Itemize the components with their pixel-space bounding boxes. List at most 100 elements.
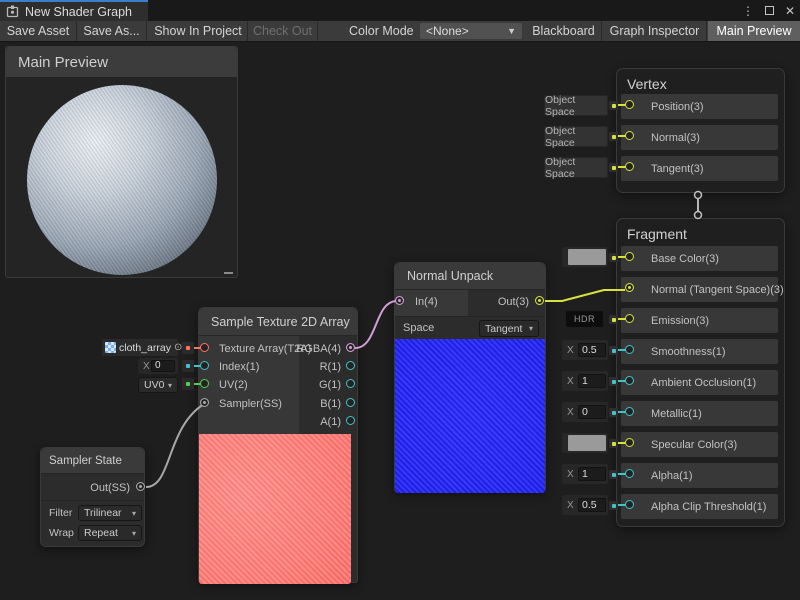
resize-handle[interactable] [224, 272, 233, 274]
close-icon[interactable]: ✕ [785, 4, 795, 18]
ao-connector [609, 377, 618, 386]
port-label: Normal(3) [651, 132, 700, 144]
space-dropdown[interactable]: Tangent▾ [479, 320, 539, 337]
port-g[interactable] [346, 379, 355, 388]
cloth-array-object-field[interactable]: cloth_array ⊙ [102, 339, 178, 356]
uv-channel-dropdown[interactable]: UV0▾ [138, 377, 178, 393]
port-normal-tangent-space[interactable] [625, 283, 634, 292]
port-ambient-occlusion[interactable] [625, 376, 634, 385]
port-sampler-state-out[interactable] [136, 482, 145, 491]
filter-dropdown[interactable]: Trilinear▾ [78, 505, 142, 521]
input-label-sampler: Sampler(SS) [219, 398, 282, 410]
maximize-icon[interactable] [765, 6, 774, 15]
metallic-connector [609, 408, 618, 417]
texture-array-icon [105, 342, 116, 353]
tab-title: New Shader Graph [25, 5, 132, 19]
sampler-state-title[interactable]: Sampler State [41, 448, 144, 474]
port-b[interactable] [346, 398, 355, 407]
output-label-a: A(1) [320, 416, 341, 428]
check-out-button: Check Out [248, 21, 318, 41]
tangent-connector [609, 163, 618, 172]
main-preview-panel[interactable]: Main Preview [5, 46, 238, 278]
fragment-row-metallic: Metallic(1) [621, 401, 778, 426]
vertex-node[interactable]: Vertex Position(3) Normal(3) Tangent(3) [616, 68, 785, 193]
port-position[interactable] [625, 100, 634, 109]
color-mode-dropdown[interactable]: <None> ▼ [420, 23, 522, 39]
input-label-index: Index(1) [219, 361, 259, 373]
main-preview-title: Main Preview [18, 54, 108, 71]
port-base-color[interactable] [625, 252, 634, 261]
position-space-badge: Object Space [544, 95, 608, 116]
port-unpack-out[interactable] [535, 296, 544, 305]
port-tangent[interactable] [625, 162, 634, 171]
main-preview-header[interactable]: Main Preview [6, 47, 237, 77]
blackboard-toggle[interactable]: Blackboard [526, 21, 602, 41]
preview-sphere[interactable] [27, 85, 217, 275]
output-label-b: B(1) [320, 398, 341, 410]
fragment-row-normal: Normal (Tangent Space)(3) [621, 277, 778, 302]
emission-hdr-field[interactable]: HDR [566, 311, 603, 327]
port-specular-color[interactable] [625, 438, 634, 447]
port-texture-array[interactable] [200, 343, 209, 352]
port-rgba[interactable] [346, 343, 355, 352]
port-unpack-in[interactable] [395, 296, 404, 305]
show-in-project-button[interactable]: Show In Project [149, 21, 248, 41]
metallic-field[interactable]: X0 [562, 402, 608, 422]
fragment-row-ambient-occlusion: Ambient Occlusion(1) [621, 370, 778, 395]
port-alpha[interactable] [625, 469, 634, 478]
port-sampler-in[interactable] [200, 398, 209, 407]
port-smoothness[interactable] [625, 345, 634, 354]
vertex-node-title: Vertex [627, 76, 667, 92]
base-color-swatch[interactable] [568, 249, 606, 265]
input-label-uv: UV(2) [219, 379, 248, 391]
ambient-occlusion-field[interactable]: X1 [562, 371, 608, 391]
window-menu-icon[interactable]: ⋮ [742, 4, 754, 18]
fragment-node-title: Fragment [627, 226, 687, 242]
tangent-space-badge: Object Space [544, 157, 608, 178]
normal-unpack-node[interactable]: Normal Unpack In(4) Out(3) Space Tangent… [394, 262, 546, 492]
port-r[interactable] [346, 361, 355, 370]
filter-label: Filter [49, 507, 72, 519]
port-emission[interactable] [625, 314, 634, 323]
base-color-field[interactable] [562, 247, 608, 267]
save-asset-button[interactable]: Save Asset [0, 21, 77, 41]
port-a[interactable] [346, 416, 355, 425]
sample-texture-2d-array-node[interactable]: Sample Texture 2D Array Texture Array(T2… [198, 307, 358, 583]
smoothness-connector [609, 346, 618, 355]
title-bar: New Shader Graph ⋮ ✕ [0, 0, 800, 21]
alpha-clip-field[interactable]: X0.5 [562, 495, 608, 515]
fragment-row-base-color: Base Color(3) [621, 246, 778, 271]
alpha-field[interactable]: X1 [562, 464, 608, 484]
input-label-in4: In(4) [415, 296, 438, 308]
fragment-row-emission: Emission(3) [621, 308, 778, 333]
toolbar: Save Asset Save As... Show In Project Ch… [0, 21, 800, 42]
color-mode-label: Color Mode [349, 21, 414, 41]
space-label: Space [403, 322, 434, 334]
port-metallic[interactable] [625, 407, 634, 416]
output-label-g: G(1) [319, 379, 341, 391]
shader-graph-icon [6, 5, 19, 18]
fragment-node[interactable]: Fragment Base Color(3) Normal (Tangent S… [616, 218, 785, 527]
vertex-row-position: Position(3) [621, 94, 778, 119]
alpha-connector [609, 470, 618, 479]
specular-color-field[interactable] [562, 433, 608, 453]
tab-shader-graph[interactable]: New Shader Graph [0, 0, 148, 21]
uv-connector [182, 378, 194, 390]
index-field[interactable]: X 0 [138, 358, 178, 374]
main-preview-toggle[interactable]: Main Preview [708, 21, 800, 41]
port-uv[interactable] [200, 379, 209, 388]
port-alpha-clip-threshold[interactable] [625, 500, 634, 509]
port-normal[interactable] [625, 131, 634, 140]
smoothness-field[interactable]: X0.5 [562, 340, 608, 360]
port-index[interactable] [200, 361, 209, 370]
normal-space-badge: Object Space [544, 126, 608, 147]
base-color-connector [609, 253, 618, 262]
alpha-clip-connector [609, 501, 618, 510]
normal-unpack-title[interactable]: Normal Unpack [395, 263, 545, 290]
wrap-dropdown[interactable]: Repeat▾ [78, 525, 142, 541]
graph-inspector-toggle[interactable]: Graph Inspector [603, 21, 707, 41]
sampler-state-node[interactable]: Sampler State Out(SS) Filter Trilinear▾ … [40, 447, 145, 547]
sample-node-title[interactable]: Sample Texture 2D Array [199, 308, 357, 336]
specular-color-swatch[interactable] [568, 435, 606, 451]
save-as-button[interactable]: Save As... [77, 21, 147, 41]
